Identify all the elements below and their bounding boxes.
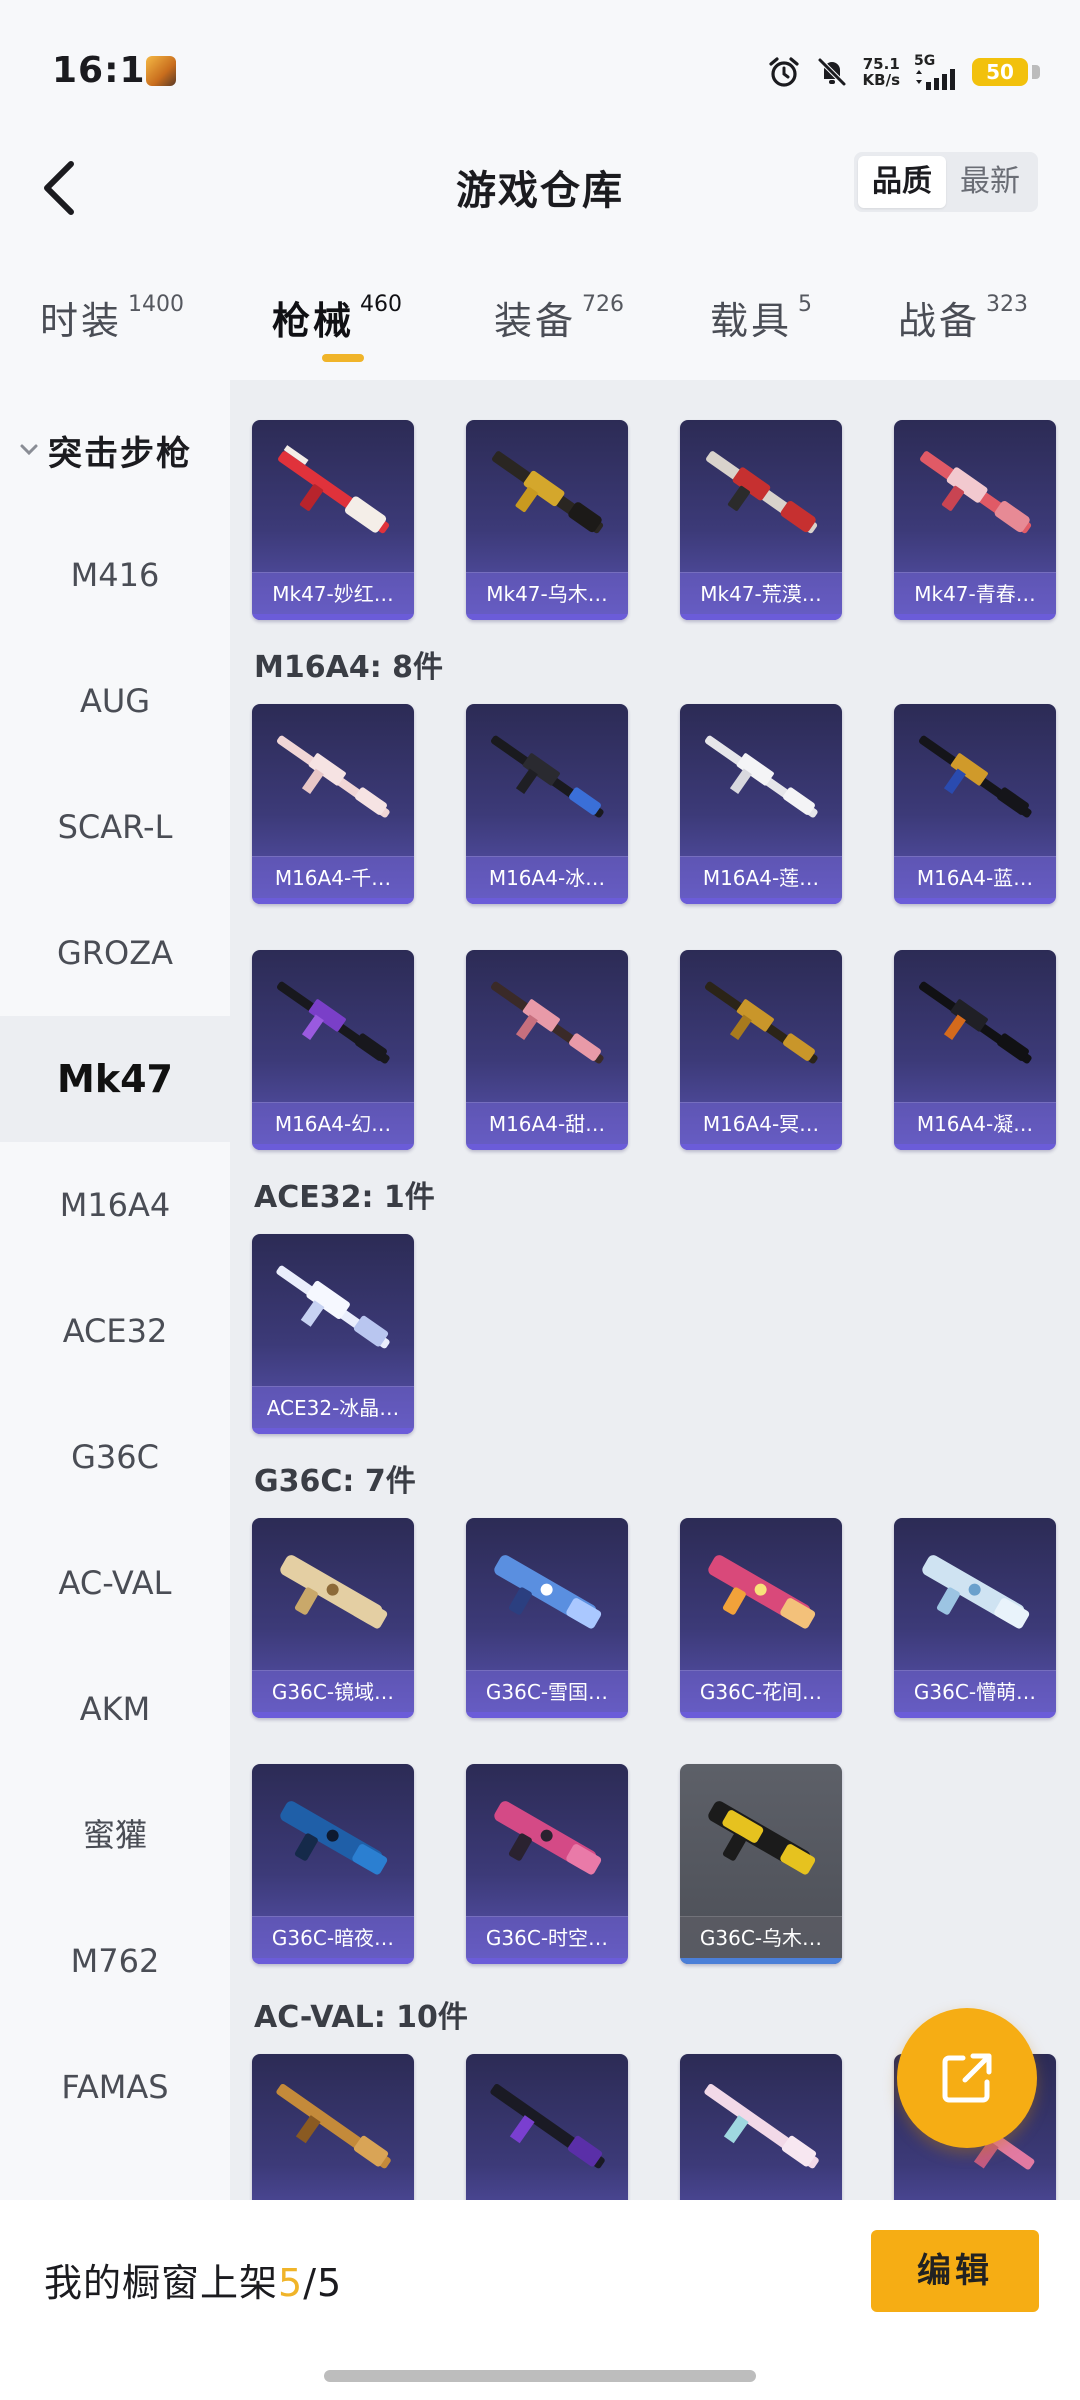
alarm-icon [768, 57, 799, 87]
header: 游戏仓库 品质 最新 [0, 140, 1080, 270]
skin-card[interactable]: Mk47-乌木… [466, 420, 628, 620]
mute-bell-icon [817, 58, 846, 86]
sidebar-item-akm[interactable]: AKM [0, 1646, 230, 1772]
sidebar-item-scar-l[interactable]: SCAR-L [0, 764, 230, 890]
m16a4-row-1: M16A4-千… M16A4-冰… M16A4-莲… M16A4-蓝… [252, 704, 1056, 904]
sidebar-item-famas[interactable]: FAMAS [0, 2024, 230, 2150]
weapon-sidebar: 突击步枪 M416 AUG SCAR-L GROZA Mk47 M16A4 AC… [0, 380, 230, 2200]
rifle-skin-icon [919, 735, 1032, 818]
smg-skin-icon [494, 1801, 602, 1875]
skin-card[interactable]: M16A4-蓝… [894, 704, 1056, 904]
signal-icon [916, 69, 955, 90]
share-button[interactable] [897, 2008, 1037, 2148]
skin-card[interactable]: G36C-乌木… [680, 1764, 842, 1964]
sidebar-item-aug[interactable]: AUG [0, 638, 230, 764]
status-icons: 75.1 KB/s 5G 50 [767, 52, 1040, 92]
sort-quality-option[interactable]: 品质 [858, 156, 946, 208]
smg-skin-icon [708, 1801, 816, 1875]
skin-card[interactable]: M16A4-幻… [252, 950, 414, 1150]
skin-card[interactable] [466, 2054, 628, 2200]
skin-card[interactable]: G36C-花间… [680, 1518, 842, 1718]
rifle-skin-icon [705, 981, 818, 1064]
smg-skin-icon [922, 1555, 1030, 1629]
status-bar: 16:11 75.1 KB/s 5G 50 [0, 0, 1080, 140]
rifle-skin-icon [277, 981, 390, 1064]
rifle-skin-icon [276, 1265, 390, 1349]
smg-skin-icon [708, 1555, 816, 1629]
sidebar-item-m16a4[interactable]: M16A4 [0, 1142, 230, 1268]
section-label-ace32: ACE32: 1件 [254, 1180, 435, 1215]
skin-card[interactable]: ACE32-冰晶… [252, 1234, 414, 1434]
sidebar-item-m762[interactable]: M762 [0, 1898, 230, 2024]
skin-card[interactable] [680, 2054, 842, 2200]
skin-card[interactable]: M16A4-莲… [680, 704, 842, 904]
skin-card[interactable]: G36C-时空… [466, 1764, 628, 1964]
rifle-skin-icon [704, 2084, 819, 2169]
rifle-skin-icon [490, 2084, 605, 2169]
skin-card[interactable]: M16A4-千… [252, 704, 414, 904]
rifle-skin-icon [706, 451, 818, 534]
g36c-row-1: G36C-镜域… G36C-雪国… G36C-花间… G36C-懵萌… [252, 1518, 1056, 1718]
m16a4-row-2: M16A4-幻… M16A4-甜… M16A4-冥… M16A4-凝… [252, 950, 1056, 1150]
tab-supplies[interactable]: 战备 323 [898, 290, 1028, 345]
smg-skin-icon [494, 1555, 602, 1629]
category-tabs: 时装 1400 枪械 460 装备 726 载具 5 战备 323 [0, 270, 1080, 380]
net-speed: 75.1 KB/s [862, 55, 900, 89]
game-app-icon [146, 56, 176, 86]
skin-card[interactable]: G36C-镜域… [252, 1518, 414, 1718]
skin-card[interactable]: G36C-雪国… [466, 1518, 628, 1718]
section-label-g36c: G36C: 7件 [254, 1464, 416, 1499]
skin-card[interactable]: M16A4-甜… [466, 950, 628, 1150]
skin-card[interactable]: G36C-懵萌… [894, 1518, 1056, 1718]
home-indicator[interactable] [324, 2370, 756, 2382]
rifle-skin-icon [492, 451, 604, 534]
sidebar-item-ace32[interactable]: ACE32 [0, 1268, 230, 1394]
tab-fashion[interactable]: 时装 1400 [40, 290, 184, 345]
showcase-status: 我的橱窗上架5/5 [44, 2261, 343, 2305]
skin-card[interactable]: M16A4-凝… [894, 950, 1056, 1150]
skin-card[interactable]: Mk47-妙红… [252, 420, 414, 620]
smg-skin-icon [280, 1801, 388, 1875]
mk47-row: Mk47-妙红… Mk47-乌木… Mk47-荒漠… Mk47-青春… [252, 420, 1056, 620]
section-label-ac-val: AC-VAL: 10件 [254, 2000, 468, 2035]
sidebar-item-honey-badger[interactable]: 蜜獾 [0, 1772, 230, 1898]
sort-latest-option[interactable]: 最新 [946, 156, 1034, 208]
rifle-skin-icon [491, 981, 604, 1064]
tab-firearms[interactable]: 枪械 460 [272, 290, 402, 345]
g36c-row-2: G36C-暗夜… G36C-时空… G36C-乌木… [252, 1764, 842, 1964]
skin-card[interactable] [252, 2054, 414, 2200]
battery-indicator: 50 [972, 58, 1040, 86]
chevron-down-icon [20, 444, 38, 456]
rifle-skin-icon [920, 451, 1032, 534]
rifle-skin-icon [278, 445, 390, 534]
sidebar-item-mk47[interactable]: Mk47 [0, 1016, 230, 1142]
rifle-skin-icon [705, 735, 818, 818]
ace32-row: ACE32-冰晶… [252, 1234, 414, 1434]
edit-button[interactable]: 编辑 [871, 2230, 1039, 2312]
rifle-skin-icon [277, 735, 390, 818]
skin-card[interactable]: M16A4-冥… [680, 950, 842, 1150]
sidebar-item-ac-val[interactable]: AC-VAL [0, 1520, 230, 1646]
skin-card[interactable]: Mk47-荒漠… [680, 420, 842, 620]
skin-card[interactable]: M16A4-冰… [466, 704, 628, 904]
signal-indicator: 5G [914, 54, 958, 90]
weapon-skin-list: Mk47-妙红… Mk47-乌木… Mk47-荒漠… Mk47-青春… M16A… [230, 380, 1080, 2200]
skin-card[interactable]: Mk47-青春… [894, 420, 1056, 620]
sidebar-item-groza[interactable]: GROZA [0, 890, 230, 1016]
rifle-skin-icon [919, 981, 1032, 1064]
rifle-skin-icon [276, 2084, 391, 2169]
sidebar-group-assault-rifles[interactable]: 突击步枪 [0, 420, 230, 480]
section-label-m16a4: M16A4: 8件 [254, 650, 444, 685]
smg-skin-icon [280, 1555, 388, 1629]
bottom-bar: 我的橱窗上架5/5 编辑 [0, 2200, 1080, 2400]
rifle-skin-icon [491, 735, 604, 818]
tab-vehicles[interactable]: 载具 5 [710, 290, 812, 345]
sort-toggle: 品质 最新 [854, 152, 1038, 212]
tab-equipment[interactable]: 装备 726 [494, 290, 624, 345]
share-external-icon [942, 2053, 992, 2103]
sidebar-item-g36c[interactable]: G36C [0, 1394, 230, 1520]
skin-card[interactable]: G36C-暗夜… [252, 1764, 414, 1964]
active-tab-indicator [322, 354, 364, 362]
sidebar-item-m416[interactable]: M416 [0, 512, 230, 638]
